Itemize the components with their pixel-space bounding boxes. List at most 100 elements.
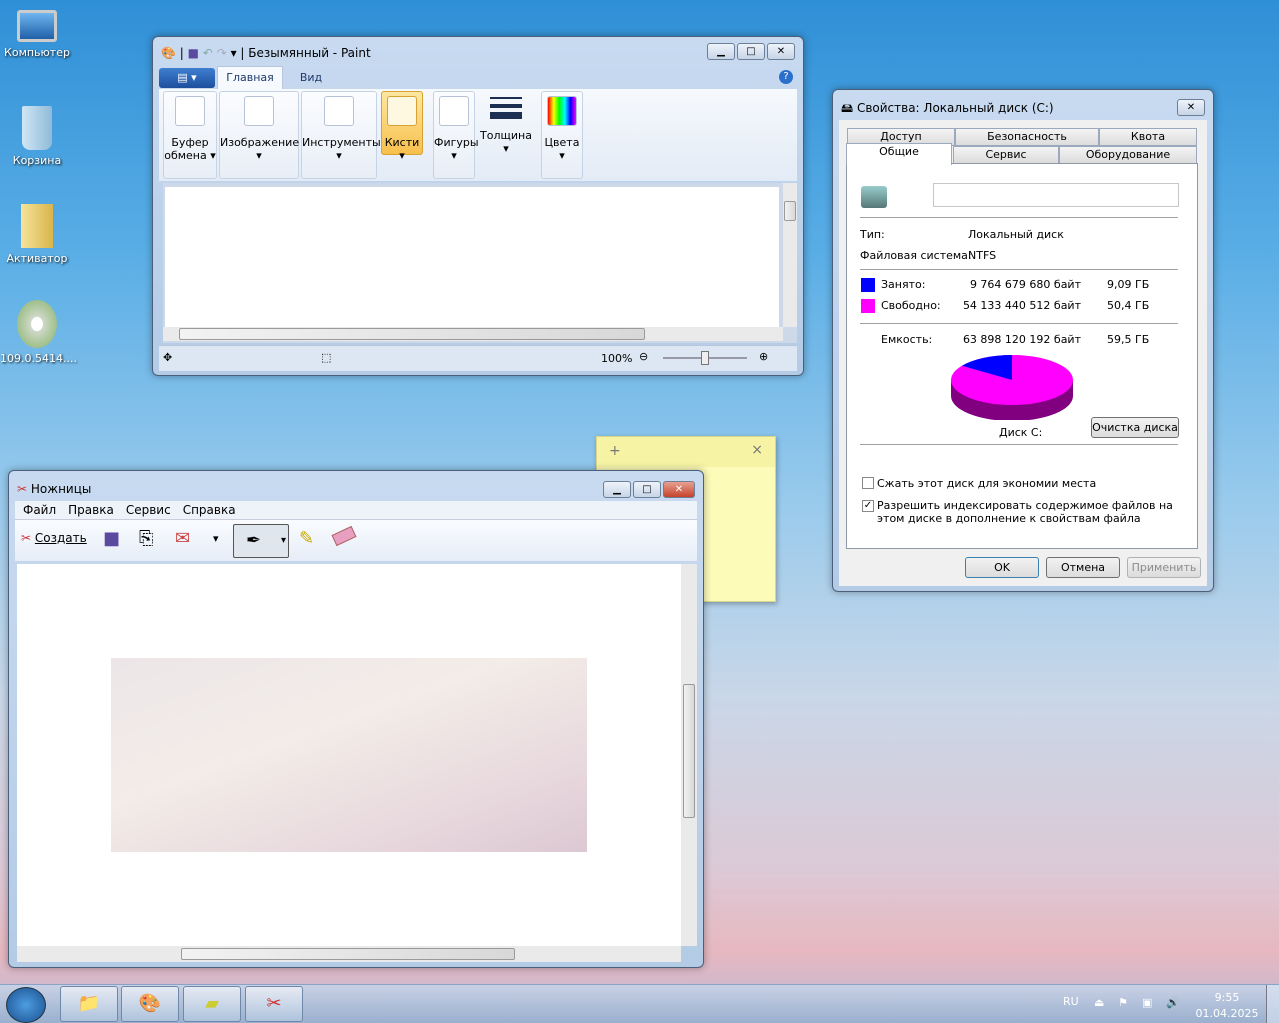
dialog-title-bar: 🖴 Свойства: Локальный диск (C:) [841, 99, 1054, 120]
send-dropdown[interactable]: ▾ [213, 532, 219, 545]
redo-icon[interactable]: ↷ [217, 46, 227, 60]
show-desktop-button[interactable] [1266, 985, 1279, 1023]
type-label: Тип: [860, 228, 885, 241]
cancel-button[interactable]: Отмена [1046, 557, 1120, 578]
maximize-button[interactable]: □ [633, 481, 661, 498]
taskbar-sticky-notes[interactable]: ▰ [183, 986, 241, 1022]
eraser-icon[interactable] [331, 525, 357, 547]
paint-menu-button[interactable]: ▤ ▾ [159, 68, 215, 88]
customize-icon[interactable]: ▾ [231, 46, 237, 60]
tab-tools[interactable]: Сервис [953, 146, 1059, 164]
pen-button[interactable]: ✒ ▾ [233, 524, 289, 558]
maximize-button[interactable]: □ [737, 43, 765, 60]
tab-view[interactable]: Вид [291, 71, 331, 84]
desktop-icon-recycle-bin[interactable]: Корзина [0, 106, 74, 167]
volume-label-input[interactable] [933, 183, 1179, 207]
used-gb: 9,09 ГБ [1107, 278, 1150, 291]
vertical-scrollbar[interactable] [681, 564, 697, 946]
help-icon[interactable]: ? [779, 70, 793, 84]
highlighter-icon[interactable]: ✎ [299, 528, 314, 549]
add-note-button[interactable]: + [609, 443, 621, 459]
horizontal-scrollbar[interactable] [163, 327, 783, 341]
desktop-icon-installer[interactable]: 109.0.5414.... [0, 300, 77, 365]
free-color-swatch [861, 299, 875, 313]
tab-quota[interactable]: Квота [1099, 128, 1197, 146]
sticky-header: + × [597, 437, 775, 467]
tab-hardware[interactable]: Оборудование [1059, 146, 1197, 164]
fs-value: NTFS [968, 249, 997, 262]
desktop-icon-label: 109.0.5414.... [0, 352, 77, 365]
canvas[interactable] [165, 187, 779, 327]
tab-general[interactable]: Общие [846, 143, 952, 165]
ribbon-shapes[interactable]: Фигуры ▾ [433, 91, 479, 179]
minimize-button[interactable]: ▁ [603, 481, 631, 498]
new-snip-button[interactable]: ✂ Создать [21, 531, 87, 545]
free-gb: 50,4 ГБ [1107, 299, 1150, 312]
zoom-out-button[interactable]: ⊖ [639, 350, 648, 363]
clock[interactable]: 9:55 01.04.2025 [1194, 990, 1260, 1022]
group-label: Фигуры [434, 136, 479, 149]
apply-button[interactable]: Применить [1127, 557, 1201, 578]
window-title: Ножницы [30, 482, 92, 496]
tab-home[interactable]: Главная [217, 66, 283, 90]
capacity-gb: 59,5 ГБ [1107, 333, 1150, 346]
taskbar-paint[interactable]: 🎨 [121, 986, 179, 1022]
copy-icon[interactable]: ⎘ [139, 528, 153, 549]
save-icon[interactable]: ■ [188, 46, 199, 60]
disk-usage-pie [951, 355, 1073, 420]
clipboard-icon [175, 96, 205, 126]
compress-label: Сжать этот диск для экономии места [877, 477, 1097, 490]
shapes-icon [439, 96, 469, 126]
send-snip-icon[interactable]: ✉ [175, 528, 190, 549]
used-label: Занято: [881, 278, 926, 291]
disk-cleanup-button[interactable]: Очистка диска [1091, 417, 1179, 438]
index-checkbox[interactable]: ✓ [862, 500, 874, 512]
menu-file[interactable]: Файл [23, 501, 56, 519]
ok-button[interactable]: OK [965, 557, 1039, 578]
folder-icon [21, 204, 53, 248]
ribbon-colors[interactable]: Цвета ▾ [541, 91, 583, 179]
menu-help[interactable]: Справка [183, 501, 236, 519]
vertical-scrollbar[interactable] [783, 183, 797, 327]
ribbon-size[interactable]: Толщина ▾ [479, 91, 533, 179]
start-button[interactable] [6, 987, 46, 1023]
undo-icon[interactable]: ↶ [203, 46, 213, 60]
clock-date: 01.04.2025 [1195, 1007, 1259, 1020]
capacity-label: Емкость: [881, 333, 933, 346]
zoom-slider[interactable] [663, 351, 747, 365]
horizontal-scrollbar[interactable] [17, 946, 681, 962]
save-icon[interactable]: ■ [103, 528, 120, 549]
menu-edit[interactable]: Правка [68, 501, 114, 519]
compress-checkbox[interactable] [862, 477, 874, 489]
close-button[interactable]: ✕ [663, 481, 695, 498]
new-snip-icon: ✂ [21, 531, 32, 545]
index-label: Разрешить индексировать содержимое файло… [877, 499, 1173, 525]
ribbon-tools[interactable]: Инструменты ▾ [301, 91, 381, 179]
ribbon-clipboard[interactable]: Буфер обмена ▾ [163, 91, 217, 179]
desktop-icon-computer[interactable]: Компьютер [0, 10, 74, 59]
recycle-bin-icon [22, 106, 52, 150]
network-icon[interactable]: ▣ [1142, 996, 1152, 1009]
taskbar-snipping-tool[interactable]: ✂ [245, 986, 303, 1022]
ribbon-image[interactable]: Изображение ▾ [219, 91, 299, 179]
ribbon-brushes[interactable]: Кисти▾ [381, 91, 423, 162]
close-button[interactable]: ✕ [767, 43, 795, 60]
zoom-in-button[interactable]: ⊕ [759, 350, 768, 363]
minimize-button[interactable]: ▁ [707, 43, 735, 60]
volume-icon[interactable]: 🔊 [1166, 996, 1180, 1009]
computer-icon [17, 10, 57, 42]
close-note-button[interactable]: × [751, 442, 763, 458]
tab-security[interactable]: Безопасность [955, 128, 1099, 146]
action-center-flag-icon[interactable]: ⚑ [1118, 996, 1128, 1009]
captured-image [111, 658, 587, 852]
menu-tools[interactable]: Сервис [126, 501, 171, 519]
close-button[interactable]: ✕ [1177, 99, 1205, 116]
clock-time: 9:55 [1214, 991, 1240, 1004]
canvas-area [163, 183, 797, 343]
language-indicator[interactable]: RU [1063, 995, 1079, 1008]
safe-remove-icon[interactable]: ⏏ [1094, 996, 1104, 1009]
taskbar-explorer[interactable]: 📁 [60, 986, 118, 1022]
menu-bar: Файл Правка Сервис Справка [15, 501, 697, 519]
select-icon [244, 96, 274, 126]
desktop-icon-activator[interactable]: Активатор [0, 204, 74, 265]
